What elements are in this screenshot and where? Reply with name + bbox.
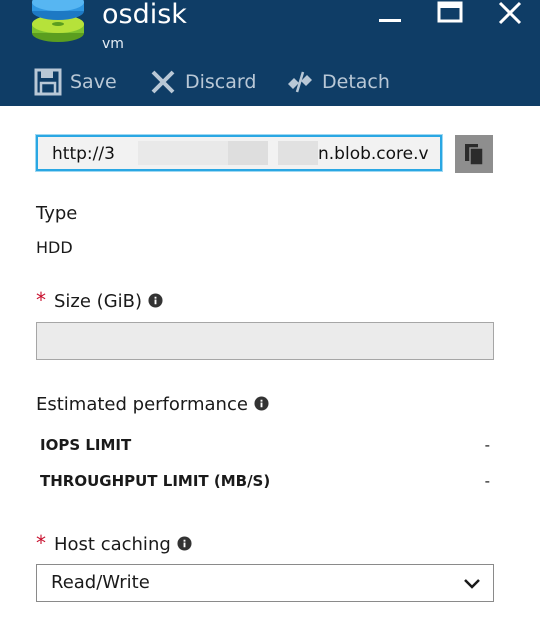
iops-limit-row: IOPS LIMIT -	[40, 436, 490, 454]
command-bar: Save Discard Detach	[0, 64, 540, 100]
info-icon[interactable]	[177, 536, 192, 551]
info-icon[interactable]	[148, 293, 163, 308]
size-input[interactable]	[36, 322, 494, 360]
redacted-region	[278, 141, 318, 165]
redacted-region	[228, 141, 268, 165]
size-label-row: * Size (GiB)	[36, 288, 163, 312]
save-button[interactable]: Save	[34, 66, 117, 98]
disk-url-field[interactable]: http://3 n.blob.core.v	[36, 135, 442, 171]
discard-icon	[151, 70, 175, 94]
throughput-limit-row: THROUGHPUT LIMIT (MB/S) -	[40, 472, 490, 490]
url-text-end: n.blob.core.v	[318, 144, 429, 164]
detach-button[interactable]: Detach	[286, 66, 390, 98]
chevron-down-icon	[464, 579, 480, 589]
type-value: HDD	[36, 238, 73, 257]
detach-label: Detach	[322, 71, 390, 93]
blade-header: osdisk vm Save Discard Detach	[0, 0, 540, 106]
throughput-limit-value: -	[484, 472, 490, 490]
performance-label-row: Estimated performance	[36, 394, 269, 415]
save-label: Save	[70, 71, 117, 93]
maximize-icon[interactable]	[434, 0, 466, 30]
discard-button[interactable]: Discard	[149, 66, 256, 98]
size-label: Size (GiB)	[54, 291, 143, 312]
minimize-icon[interactable]	[374, 0, 406, 30]
host-caching-select[interactable]: Read/Write	[36, 564, 494, 602]
url-text-start: http://3	[52, 144, 115, 164]
blade-subtitle: vm	[102, 36, 124, 52]
save-icon	[34, 68, 62, 96]
copy-button[interactable]	[455, 135, 493, 173]
discard-label: Discard	[185, 71, 257, 93]
performance-label: Estimated performance	[36, 394, 248, 415]
iops-limit-value: -	[484, 436, 490, 454]
type-label: Type	[36, 203, 78, 224]
disk-stack-icon	[32, 0, 84, 42]
required-marker: *	[36, 288, 46, 312]
detach-icon	[288, 71, 312, 93]
throughput-limit-label: THROUGHPUT LIMIT (MB/S)	[40, 472, 271, 490]
host-caching-label: Host caching	[54, 534, 171, 555]
host-caching-selected-value: Read/Write	[51, 572, 150, 593]
blade-title: osdisk	[102, 0, 187, 30]
host-caching-label-row: * Host caching	[36, 531, 192, 555]
iops-limit-label: IOPS LIMIT	[40, 436, 132, 454]
required-marker: *	[36, 531, 46, 555]
copy-icon	[465, 144, 484, 166]
close-icon[interactable]	[494, 0, 526, 30]
redacted-region	[138, 141, 228, 165]
info-icon[interactable]	[254, 396, 269, 411]
